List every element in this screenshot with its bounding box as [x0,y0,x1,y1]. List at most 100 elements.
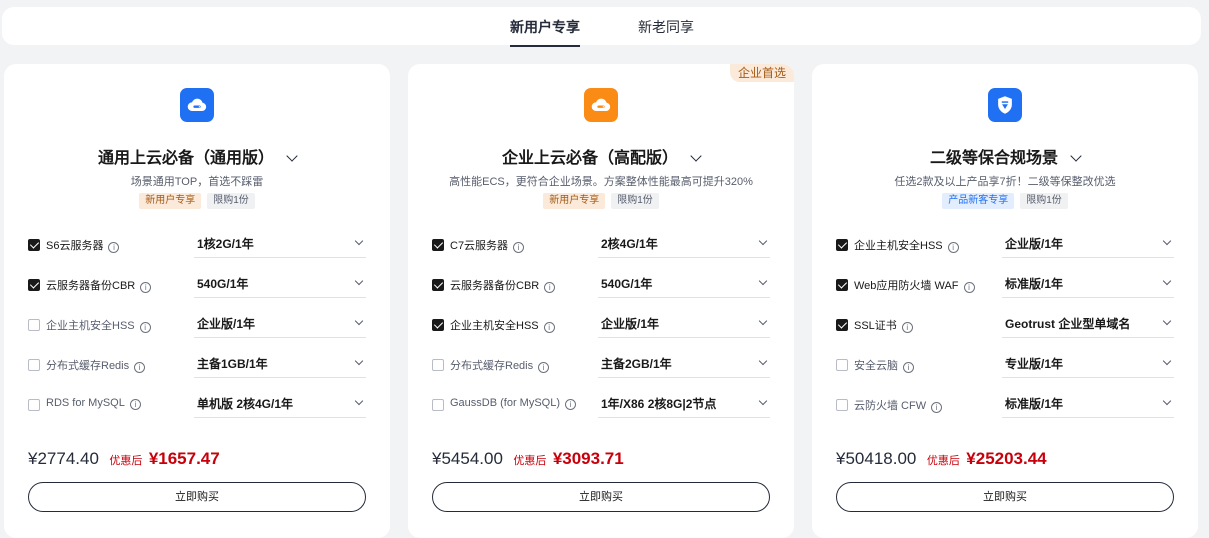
info-icon[interactable]: i [543,322,555,333]
option-row: C7云服务器 i 2核4G/1年 [408,232,794,260]
tag: 限购1份 [1020,193,1068,209]
option-checkbox[interactable] [28,279,40,291]
option-select[interactable]: 标准版/1年 [1002,392,1174,418]
option-label-text: C7云服务器 [450,240,509,252]
option-row: 安全云脑 i 专业版/1年 [812,352,1198,380]
option-row: 企业主机安全HSS i 企业版/1年 [4,312,390,340]
info-icon[interactable]: i [108,242,120,253]
option-select[interactable]: 1核2G/1年 [194,232,366,258]
chevron-down-icon [758,396,768,406]
option-select-value: 1核2G/1年 [197,237,254,251]
info-icon[interactable]: i [963,282,975,293]
option-label-text: GaussDB (for MySQL) [450,397,561,409]
info-icon[interactable]: i [140,282,152,293]
option-row: 分布式缓存Redis i 主备2GB/1年 [408,352,794,380]
option-label-text: 安全云脑 [854,360,898,372]
buy-now-button[interactable]: 立即购买 [836,482,1174,512]
discount-label: 优惠后 [926,455,960,467]
option-select[interactable]: 企业版/1年 [1002,232,1174,258]
tag-group: 新用户专享 限购1份 [408,193,794,209]
shield-icon [988,88,1022,122]
option-select-value: 1年/X86 2核8G|2节点 [601,397,717,411]
option-row: Web应用防火墙 WAF i 标准版/1年 [812,272,1198,300]
price-row: ¥50418.00 优惠后 ¥25203.44 [836,449,1047,469]
option-select[interactable]: 2核4G/1年 [598,232,770,258]
card-title-dropdown[interactable]: 二级等保合规场景 [812,144,1198,168]
chevron-down-icon [1162,316,1172,326]
option-checkbox[interactable] [28,359,40,371]
option-label-text: 企业主机安全HSS [46,320,135,332]
tag: 新用户专享 [139,193,202,209]
chevron-down-icon [758,276,768,286]
card-title-dropdown[interactable]: 企业上云必备（高配版） [408,144,794,168]
option-select[interactable]: 1年/X86 2核8G|2节点 [598,392,770,418]
option-label-text: 分布式缓存Redis [46,360,130,372]
info-icon[interactable]: i [544,282,556,293]
option-label: 云服务器备份CBR i [46,277,152,293]
tab-bar: 新用户专享 新老同享 [2,7,1201,47]
option-row: GaussDB (for MySQL) i 1年/X86 2核8G|2节点 [408,392,794,420]
option-row: 分布式缓存Redis i 主备1GB/1年 [4,352,390,380]
option-select-value: 540G/1年 [601,277,653,291]
buy-now-button[interactable]: 立即购买 [432,482,770,512]
card-title: 通用上云必备（通用版） [97,150,274,167]
option-select-value: 企业版/1年 [601,317,660,331]
option-checkbox[interactable] [432,319,444,331]
info-icon[interactable]: i [565,399,577,410]
cloud-server-icon [584,88,618,122]
product-card: 通用上云必备（通用版） 场景通用TOP，首选不踩雷 新用户专享 限购1份 S6云服务器… [4,64,390,538]
option-checkbox[interactable] [836,319,848,331]
option-select[interactable]: 主备1GB/1年 [194,352,366,378]
option-checkbox[interactable] [836,279,848,291]
info-icon[interactable]: i [903,362,914,373]
chevron-down-icon [1162,396,1172,406]
option-checkbox[interactable] [28,399,40,411]
info-icon[interactable]: i [134,362,146,373]
tag: 限购1份 [207,193,255,209]
option-label: GaussDB (for MySQL) i [450,397,577,410]
option-select[interactable]: 企业版/1年 [194,312,366,338]
info-icon[interactable]: i [538,362,550,373]
chevron-down-icon [354,356,364,366]
option-select[interactable]: Geotrust 企业型单域名 [1002,312,1174,338]
option-checkbox[interactable] [836,359,848,371]
option-row: RDS for MySQL i 单机版 2核4G/1年 [4,392,390,420]
card-subtitle: 任选2款及以上产品享7折！二级等保整改优选 [894,176,1116,188]
option-checkbox[interactable] [28,319,40,331]
option-row: 云服务器备份CBR i 540G/1年 [4,272,390,300]
option-select[interactable]: 企业版/1年 [598,312,770,338]
info-icon[interactable]: i [129,399,141,410]
option-row: 云服务器备份CBR i 540G/1年 [408,272,794,300]
option-checkbox[interactable] [432,239,444,251]
info-icon[interactable]: i [931,402,943,413]
option-select[interactable]: 540G/1年 [598,272,770,298]
buy-now-button[interactable]: 立即购买 [28,482,366,512]
info-icon[interactable]: i [139,322,151,333]
option-checkbox[interactable] [432,279,444,291]
option-checkbox[interactable] [28,239,40,251]
tag: 产品新客专享 [942,193,1015,209]
tab-new-user[interactable]: 新用户专享 [510,17,580,47]
option-checkbox[interactable] [432,359,444,371]
option-select[interactable]: 540G/1年 [194,272,366,298]
info-icon[interactable]: i [901,322,913,333]
option-label: 企业主机安全HSS i [854,237,959,253]
option-select[interactable]: 单机版 2核4G/1年 [194,392,366,418]
info-icon[interactable]: i [513,242,525,253]
option-label: 分布式缓存Redis i [450,357,550,373]
option-select[interactable]: 标准版/1年 [1002,272,1174,298]
card-title-dropdown[interactable]: 通用上云必备（通用版） [4,144,390,168]
option-checkbox[interactable] [836,239,848,251]
option-row: 企业主机安全HSS i 企业版/1年 [812,232,1198,260]
option-label: C7云服务器 i [450,237,525,253]
option-checkbox[interactable] [836,399,848,411]
option-select[interactable]: 主备2GB/1年 [598,352,770,378]
option-label: 企业主机安全HSS i [450,317,555,333]
info-icon[interactable]: i [947,242,959,253]
option-select-value: Geotrust 企业型单域名 [1005,317,1131,331]
tab-all-users[interactable]: 新老同享 [638,17,694,37]
option-row: S6云服务器 i 1核2G/1年 [4,232,390,260]
chevron-down-icon [1162,236,1172,246]
option-select[interactable]: 专业版/1年 [1002,352,1174,378]
option-checkbox[interactable] [432,399,444,411]
